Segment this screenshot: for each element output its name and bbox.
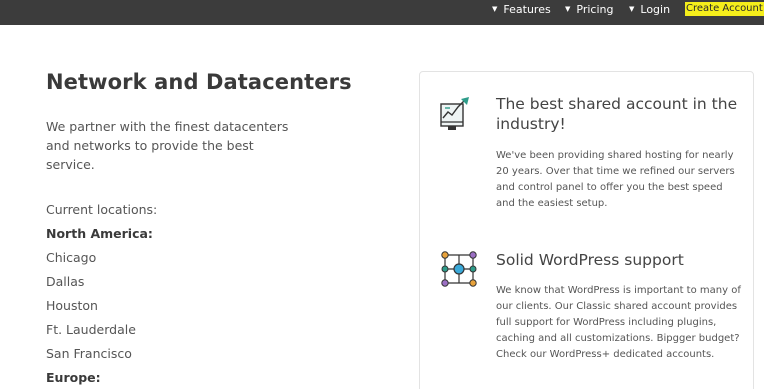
region-north-america: North America:: [46, 226, 153, 241]
nav-features[interactable]: ▼ Features: [492, 0, 551, 19]
intro-text: We partner with the finest datacenters a…: [46, 119, 289, 172]
city-item: Dallas: [46, 274, 85, 289]
caret-down-icon: ▼: [565, 5, 571, 13]
create-account-button[interactable]: Create Account: [685, 2, 764, 16]
nav-login[interactable]: ▼ Login: [629, 0, 670, 19]
city-item: Ft. Lauderdale: [46, 322, 136, 337]
nav-pricing[interactable]: ▼ Pricing: [565, 0, 613, 19]
top-nav-bar: ▼ Features ▼ Pricing ▼ Login Create Acco…: [0, 0, 764, 25]
caret-down-icon: ▼: [629, 5, 635, 13]
nav-features-label: Features: [503, 3, 551, 16]
city-item: San Francisco: [46, 346, 132, 361]
feature-text: We know that WordPress is important to m…: [496, 285, 741, 360]
nav-pricing-label: Pricing: [576, 3, 614, 16]
city-item: Houston: [46, 298, 98, 313]
chart-growth-icon: [439, 96, 479, 136]
locations-list: Current locations: North America: Chicag…: [46, 200, 157, 389]
feature-title: Solid WordPress support: [496, 251, 684, 269]
city-item: Chicago: [46, 250, 97, 265]
caret-down-icon: ▼: [492, 5, 498, 13]
locations-label: Current locations:: [46, 202, 158, 217]
feature-title: The best shared account in the industry!: [496, 95, 738, 133]
network-nodes-icon: [439, 249, 479, 289]
features-card: The best shared account in the industry!…: [419, 71, 754, 389]
region-europe: Europe:: [46, 370, 101, 385]
page-title: Network and Datacenters: [46, 70, 352, 94]
feature-text: We've been providing shared hosting for …: [496, 150, 735, 209]
nav-login-label: Login: [640, 3, 671, 16]
